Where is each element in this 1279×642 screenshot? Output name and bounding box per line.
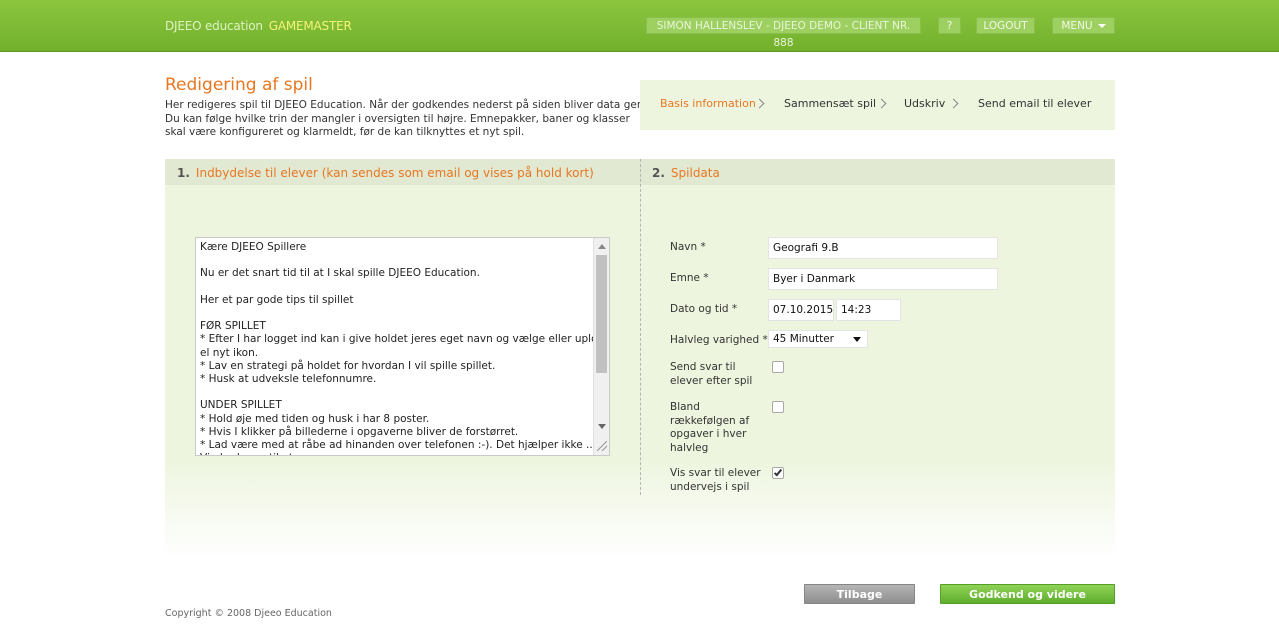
section-1-number: 1. xyxy=(177,166,190,180)
step-basis-information[interactable]: Basis information xyxy=(660,97,756,110)
send-answers-checkbox[interactable] xyxy=(772,361,784,373)
chevron-right-icon xyxy=(876,98,887,109)
intro-line: Her redigeres spil til DJEEO Education. … xyxy=(165,99,655,111)
section-2-title: 2. Spildata xyxy=(652,166,720,180)
steps-breadcrumb: Basis information Sammensæt spil Udskriv… xyxy=(640,80,1115,130)
resize-grip-icon[interactable] xyxy=(597,441,607,451)
help-button[interactable]: ? xyxy=(938,17,961,34)
name-input[interactable]: Geografi 9.B xyxy=(768,237,998,259)
checkmark-icon xyxy=(773,467,783,477)
menu-label: MENU xyxy=(1061,20,1093,32)
step-send-email[interactable]: Send email til elever xyxy=(978,97,1091,110)
intro-line: Du kan følge hvilke trin der mangler i o… xyxy=(165,112,630,125)
step-sammensaet-spil[interactable]: Sammensæt spil xyxy=(784,97,876,110)
step-udskriv[interactable]: Udskriv xyxy=(904,97,945,110)
section-1-label: Indbydelse til elever (kan sendes som em… xyxy=(195,166,594,180)
subject-label: Emne * xyxy=(670,272,709,284)
name-label: Navn * xyxy=(670,241,706,253)
invitation-text: Kære DJEEO Spillere Nu er det snart tid … xyxy=(200,241,609,455)
show-answers-label: Vis svar til elever undervejs i spil xyxy=(670,467,761,493)
brand-name: DJEEO education xyxy=(165,19,263,33)
edit-game-panel: 1. Indbydelse til elever (kan sendes som … xyxy=(165,159,1115,559)
section-2-label: Spildata xyxy=(670,166,720,180)
page-title: Redigering af spil xyxy=(165,75,313,95)
logout-button[interactable]: LOGOUT xyxy=(976,17,1035,34)
section-divider xyxy=(640,159,641,495)
invitation-textarea[interactable]: Kære DJEEO Spillere Nu er det snart tid … xyxy=(195,237,610,456)
subject-input[interactable]: Byer i Danmark xyxy=(768,268,998,290)
brand-role: GAMEMASTER xyxy=(268,19,352,33)
textarea-scrollbar[interactable] xyxy=(593,238,609,455)
section-2-number: 2. xyxy=(652,166,665,180)
page-intro: Her redigeres spil til DJEEO Education. … xyxy=(165,99,655,140)
chevron-down-icon xyxy=(1097,24,1106,28)
intro-line: skal være konfigureret og klarmeldt, før… xyxy=(165,126,525,138)
shuffle-label: Bland rækkefølgen af opgaver i hver halv… xyxy=(670,401,750,454)
chevron-right-icon xyxy=(754,98,765,109)
time-input[interactable]: 14:23 xyxy=(836,299,901,321)
brand: DJEEO education GAMEMASTER xyxy=(165,19,352,33)
dropdown-arrow-icon xyxy=(853,337,861,342)
datetime-label: Dato og tid * xyxy=(670,303,738,315)
user-info: SIMON HALLENSLEV - DJEEO DEMO - CLIENT N… xyxy=(646,17,921,49)
menu-button[interactable]: MENU xyxy=(1052,17,1115,34)
half-duration-value: 45 Minutter xyxy=(773,333,834,345)
half-duration-select[interactable]: 45 Minutter xyxy=(768,330,868,348)
date-input[interactable]: 07.10.2015 xyxy=(768,299,834,321)
back-button[interactable]: Tilbage xyxy=(804,584,915,604)
scrollbar-thumb[interactable] xyxy=(596,255,607,373)
half-duration-label: Halvleg varighed * xyxy=(670,334,768,346)
scroll-up-icon[interactable] xyxy=(598,244,606,249)
send-answers-label: Send svar til elever efter spil xyxy=(670,361,753,387)
show-answers-checkbox[interactable] xyxy=(772,467,784,479)
copyright: Copyright © 2008 Djeeo Education xyxy=(165,608,332,619)
shuffle-checkbox[interactable] xyxy=(772,401,784,413)
top-bar: DJEEO education GAMEMASTER SIMON HALLENSL… xyxy=(0,0,1279,52)
scroll-down-icon[interactable] xyxy=(598,424,606,429)
approve-continue-button[interactable]: Godkend og videre xyxy=(940,584,1115,604)
chevron-right-icon xyxy=(948,98,959,109)
section-1-title: 1. Indbydelse til elever (kan sendes som … xyxy=(177,166,594,180)
